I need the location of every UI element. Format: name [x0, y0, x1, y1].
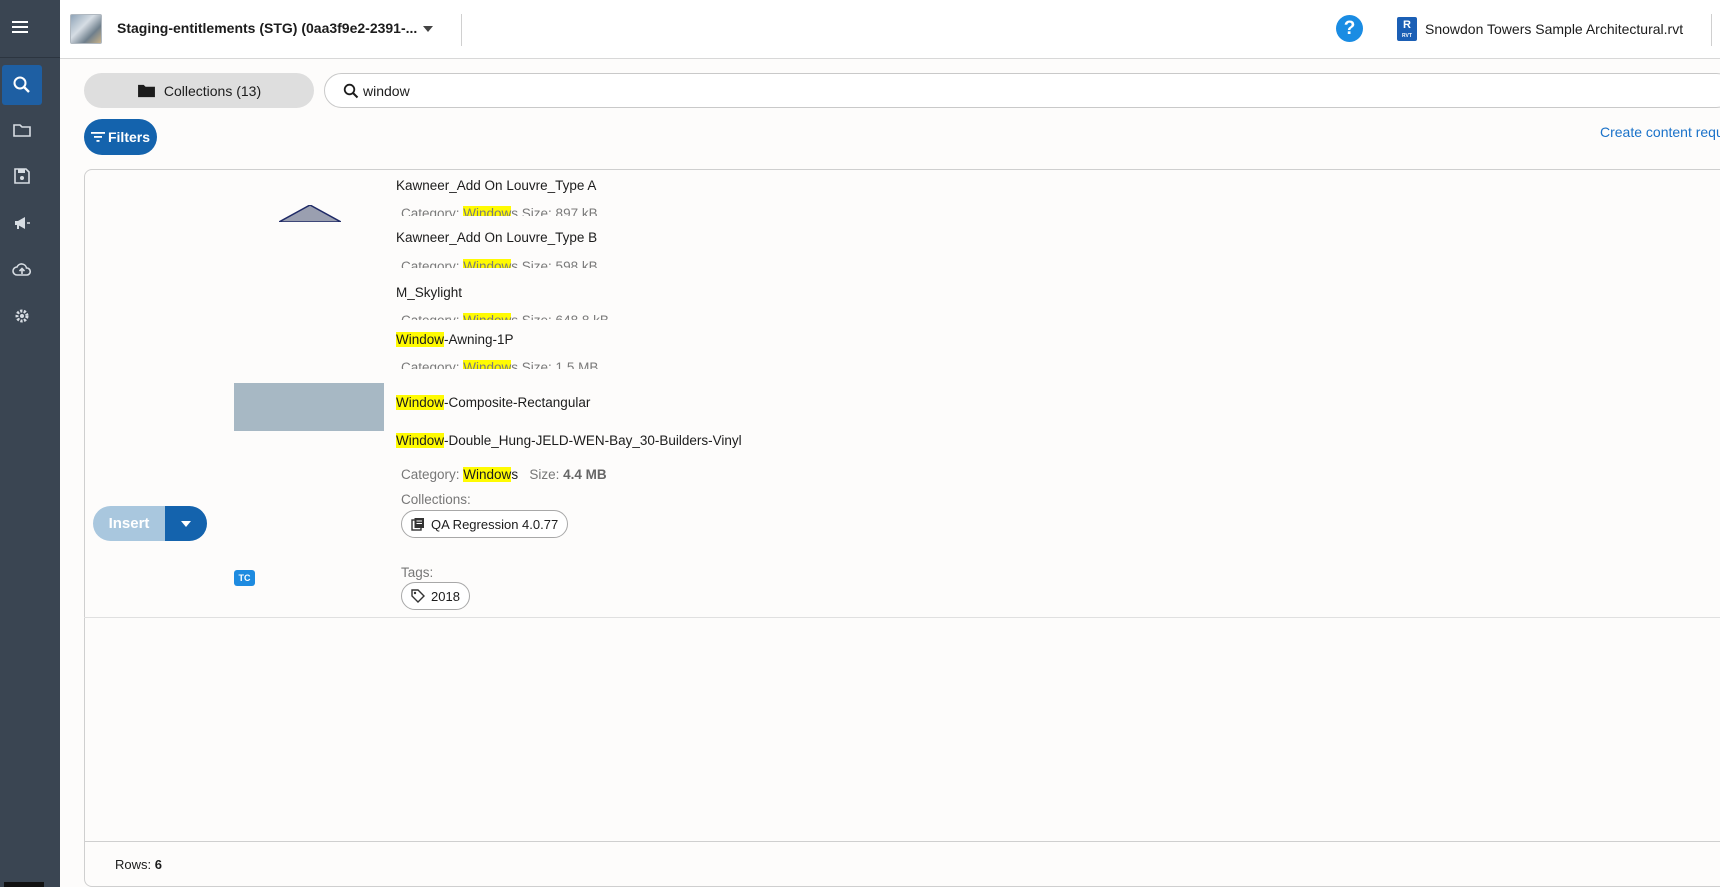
tag-chip[interactable]: 2018 — [401, 582, 470, 610]
current-file-name: Snowdon Towers Sample Architectural.rvt — [1425, 21, 1684, 37]
project-thumbnail[interactable] — [70, 14, 102, 44]
result-meta: Category: Windows Size: 4.4 MB — [401, 467, 607, 482]
folder-icon — [13, 124, 31, 137]
cloud-upload-icon — [12, 263, 32, 276]
sidebar-item-upload[interactable] — [2, 250, 42, 290]
save-icon — [14, 168, 30, 184]
megaphone-icon — [15, 217, 30, 229]
insert-button[interactable]: Insert — [93, 506, 165, 541]
divider — [1711, 14, 1712, 46]
library-icon — [411, 518, 424, 531]
collections-label: Collections: — [401, 492, 471, 507]
footer-divider — [84, 841, 1720, 842]
sidebar — [0, 0, 60, 887]
project-name[interactable]: Staging-entitlements (STG) (0aa3f9e2-239… — [117, 20, 417, 36]
collection-chip[interactable]: QA Regression 4.0.77 — [401, 510, 569, 538]
sidebar-item-announcements[interactable] — [2, 203, 42, 243]
result-thumbnail — [279, 205, 341, 222]
result-title[interactable]: Kawneer_Add On Louvre_Type B — [396, 230, 597, 245]
result-meta-clipped: Category: Windows Size: 897 kB — [396, 206, 598, 216]
result-meta-clipped: Category: Windows Size: 648.8 kB — [396, 313, 609, 320]
filter-icon — [90, 132, 105, 142]
filters-label: Filters — [107, 129, 150, 145]
insert-button-group: Insert — [93, 506, 207, 541]
sidebar-item-search[interactable] — [2, 65, 42, 105]
search-box[interactable] — [324, 73, 1720, 108]
result-title[interactable]: M_Skylight — [396, 285, 462, 300]
tc-badge: TC — [234, 570, 255, 586]
chevron-down-icon — [181, 520, 191, 527]
collections-label: Collections (13) — [163, 82, 262, 99]
result-title[interactable]: Window-Double_Hung-JELD-WEN-Bay_30-Build… — [396, 433, 742, 448]
app-root: Staging-entitlements (STG) (0aa3f9e2-239… — [0, 0, 1720, 887]
sidebar-item-folder[interactable] — [2, 110, 42, 150]
filters-button[interactable]: Filters — [84, 119, 157, 155]
hamburger-menu-icon[interactable] — [0, 7, 40, 47]
sidebar-item-settings[interactable] — [2, 296, 42, 336]
insert-dropdown-button[interactable] — [165, 506, 207, 541]
search-icon — [13, 76, 30, 93]
row-divider — [84, 617, 1720, 618]
results-panel — [84, 169, 1720, 887]
result-title[interactable]: Window-Composite-Rectangular — [396, 395, 590, 410]
result-meta-clipped: Category: Windows Size: 598 kB — [396, 259, 598, 268]
tag-icon — [411, 589, 425, 603]
chevron-down-icon[interactable] — [419, 20, 437, 38]
result-meta-clipped: Category: Windows Size: 1.5 MB — [396, 360, 598, 369]
gear-icon — [15, 309, 29, 323]
folder-icon — [137, 84, 155, 98]
tags-label: Tags: — [401, 565, 434, 580]
result-title[interactable]: Kawneer_Add On Louvre_Type A — [396, 178, 596, 193]
divider — [461, 14, 462, 46]
collections-button[interactable]: Collections (13) — [84, 73, 314, 108]
rows-count: Rows: 6 — [115, 857, 162, 872]
sidebar-bottom-bar — [4, 882, 44, 887]
help-icon[interactable]: ? — [1336, 15, 1363, 42]
result-thumbnail — [234, 383, 384, 431]
result-title[interactable]: Window-Awning-1P — [396, 332, 514, 347]
top-bar: Staging-entitlements (STG) (0aa3f9e2-239… — [60, 0, 1720, 59]
revit-file-icon: R RVT — [1397, 17, 1417, 41]
search-icon — [343, 83, 359, 99]
search-input[interactable] — [363, 81, 963, 101]
create-content-request-link[interactable]: Create content request — [1600, 124, 1720, 140]
sidebar-item-save[interactable] — [2, 156, 42, 196]
